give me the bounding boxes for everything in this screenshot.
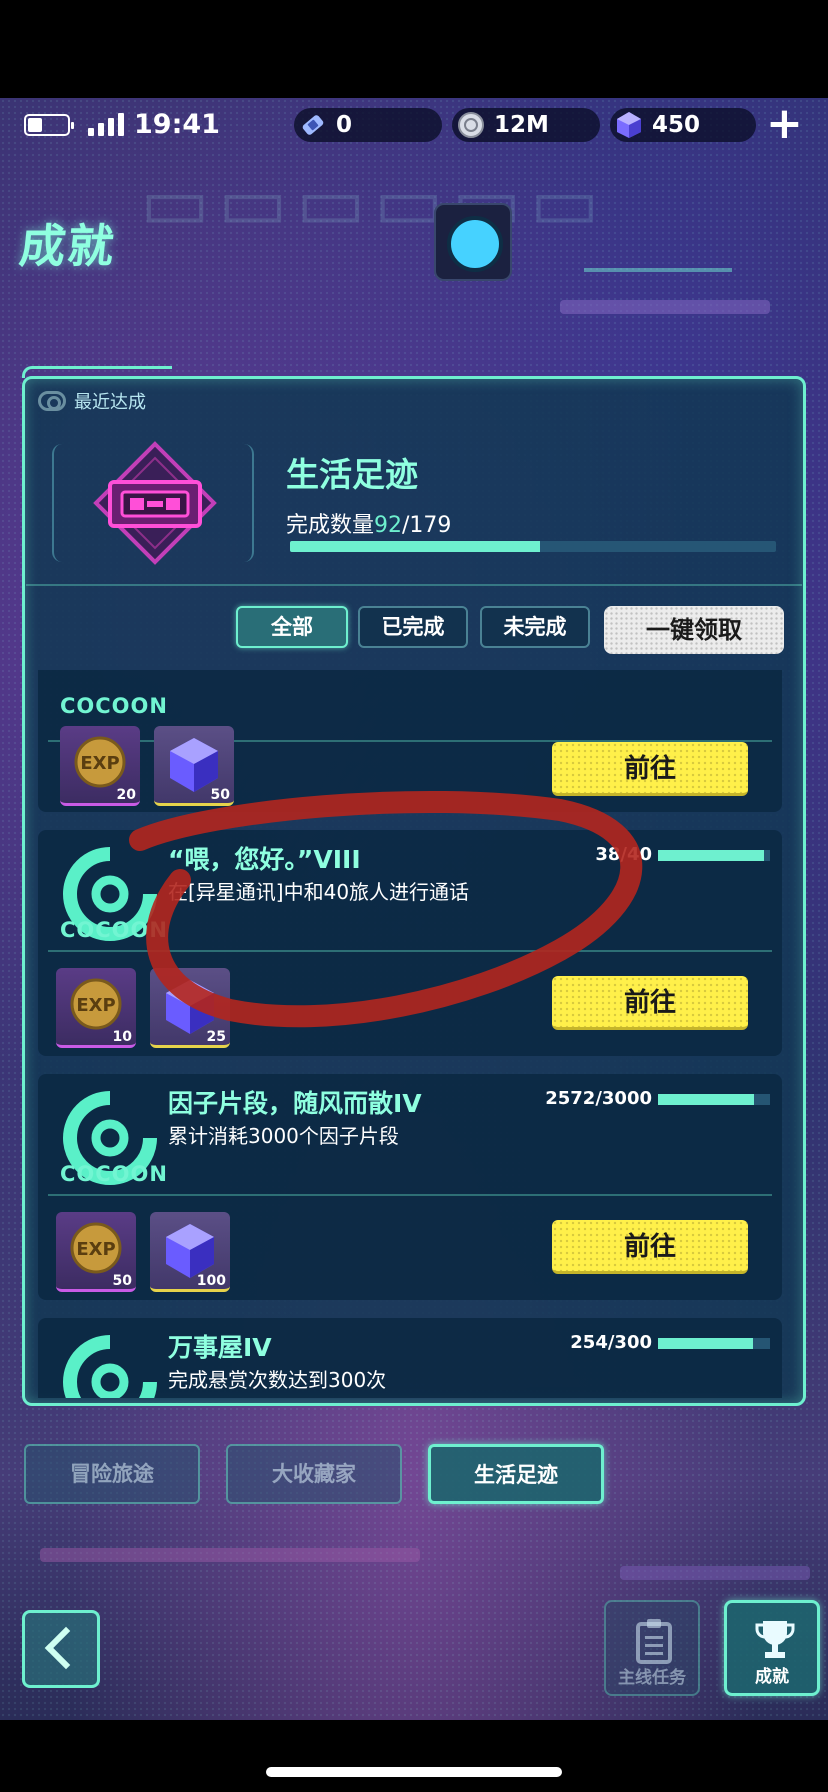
cocoon-logo-icon: [63, 1335, 157, 1398]
section-divider: [26, 584, 802, 586]
mascot-avatar[interactable]: [434, 203, 512, 281]
signal-icon: [88, 112, 124, 136]
achievement-card: COCOON 因子片段，随风而散IV 累计消耗3000个因子片段 2572/30…: [38, 1074, 782, 1300]
svg-text:EXP: EXP: [76, 995, 115, 1016]
cocoon-logo-icon: [38, 391, 66, 411]
life-footprint-badge-icon: [93, 441, 217, 565]
achievement-nav-button[interactable]: 成就: [724, 1600, 820, 1696]
clipboard-icon: [636, 1619, 672, 1664]
count-label: 完成数量: [286, 513, 375, 538]
achievement-title: 因子片段，随风而散IV: [168, 1089, 422, 1118]
progress-text: 38/40: [595, 844, 652, 865]
category-title: 生活足迹: [286, 455, 418, 494]
reward-exp[interactable]: EXP 10: [56, 968, 136, 1048]
reward-gem[interactable]: 25: [150, 968, 230, 1048]
chevron-left-icon: [44, 1626, 88, 1670]
cocoon-brand-label: COCOON: [60, 1162, 168, 1186]
tab-collector[interactable]: 大收藏家: [226, 1444, 402, 1504]
reward-gem[interactable]: 100: [150, 1212, 230, 1292]
resource-gems[interactable]: 450: [610, 108, 756, 142]
goto-button[interactable]: 前往: [552, 976, 748, 1030]
achievement-card: COCOON “喂，您好。”VIII 在[异星通讯]中和40旅人进行通话 38/…: [38, 830, 782, 1056]
achievement-description: 在[异星通讯]中和40旅人进行通话: [168, 880, 470, 904]
category-progress-bar: [290, 541, 776, 552]
achievement-title: “喂，您好。”VIII: [168, 845, 361, 874]
battery-icon: [24, 114, 74, 136]
resource-coins[interactable]: 12M: [452, 108, 600, 142]
ticket-icon: [302, 115, 324, 135]
card-divider: [48, 1194, 772, 1196]
resource-value: 0: [336, 112, 353, 138]
home-indicator[interactable]: [266, 1767, 562, 1777]
reward-quantity: 100: [196, 1273, 226, 1289]
page-title: 成就: [16, 219, 119, 273]
svg-text:EXP: EXP: [80, 753, 119, 774]
reward-quantity: 25: [206, 1029, 226, 1045]
reward-exp[interactable]: EXP 20: [60, 726, 140, 806]
panel-tab-decoration: [22, 366, 172, 378]
svg-text:EXP: EXP: [76, 1239, 115, 1260]
filter-completed-button[interactable]: 已完成: [358, 606, 468, 648]
filter-incomplete-button[interactable]: 未完成: [480, 606, 590, 648]
background-glow: [40, 1548, 420, 1562]
background-glow: [560, 300, 770, 314]
main-quest-button[interactable]: 主线任务: [604, 1600, 700, 1696]
progress-bar: [658, 850, 770, 861]
achievement-progress: 254/300: [500, 1332, 770, 1354]
add-currency-button[interactable]: +: [766, 102, 803, 146]
resource-value: 450: [652, 112, 701, 138]
achievement-title: 万事屋IV: [168, 1333, 272, 1362]
coin-ring-icon: [458, 112, 484, 138]
count-current: 92: [374, 513, 403, 538]
achievement-list[interactable]: COCOON EXP 20 50 前往 COCOON “喂，您好。”VIII 在…: [38, 670, 782, 1398]
clock: 19:41: [134, 109, 220, 140]
achievement-progress: 2572/3000: [500, 1088, 770, 1110]
reward-exp[interactable]: EXP 50: [56, 1212, 136, 1292]
reward-quantity: 10: [112, 1029, 132, 1045]
tab-life-footprint[interactable]: 生活足迹: [428, 1444, 604, 1504]
trophy-icon: [755, 1621, 795, 1658]
card-divider: [48, 950, 772, 952]
header-decoration: ▭▭▭▭▭▭: [140, 160, 608, 246]
filter-all-button[interactable]: 全部: [236, 606, 348, 648]
reward-quantity: 20: [116, 787, 136, 803]
reward-quantity: 50: [210, 787, 230, 803]
recent-label-text: 最近达成: [74, 392, 146, 413]
claim-all-button[interactable]: 一键领取: [604, 606, 784, 654]
count-total: /179: [402, 513, 452, 538]
progress-text: 2572/3000: [545, 1088, 652, 1109]
progress-bar: [658, 1338, 770, 1349]
progress-bar: [658, 1094, 770, 1105]
resource-value: 12M: [494, 112, 549, 138]
resource-tickets[interactable]: 0: [294, 108, 442, 142]
background-glow: [620, 1566, 810, 1580]
nav-label: 主线任务: [618, 1668, 686, 1688]
achievement-description: 完成悬赏次数达到300次: [168, 1368, 387, 1392]
achievement-card: 万事屋IV 完成悬赏次数达到300次 254/300: [38, 1318, 782, 1398]
goto-button[interactable]: 前往: [552, 1220, 748, 1274]
mascot-face-icon: [447, 216, 503, 272]
goto-button[interactable]: 前往: [552, 742, 748, 796]
tab-adventure[interactable]: 冒险旅途: [24, 1444, 200, 1504]
progress-text: 254/300: [570, 1332, 652, 1353]
recent-section-label: 最近达成: [38, 388, 146, 414]
header-decoration-bar: [584, 268, 732, 272]
back-button[interactable]: [22, 1610, 100, 1688]
achievement-description: 累计消耗3000个因子片段: [168, 1124, 399, 1148]
status-bar: 19:41 0 12M 450 +: [0, 98, 828, 154]
achievement-progress: 38/40: [500, 844, 770, 866]
reward-quantity: 50: [112, 1273, 132, 1289]
cube-gem-icon: [617, 112, 641, 138]
cocoon-brand-label: COCOON: [60, 918, 168, 942]
nav-label: 成就: [755, 1667, 789, 1687]
cocoon-brand-label: COCOON: [60, 694, 168, 718]
completion-count: 完成数量92/179: [286, 507, 451, 539]
reward-gem[interactable]: 50: [154, 726, 234, 806]
